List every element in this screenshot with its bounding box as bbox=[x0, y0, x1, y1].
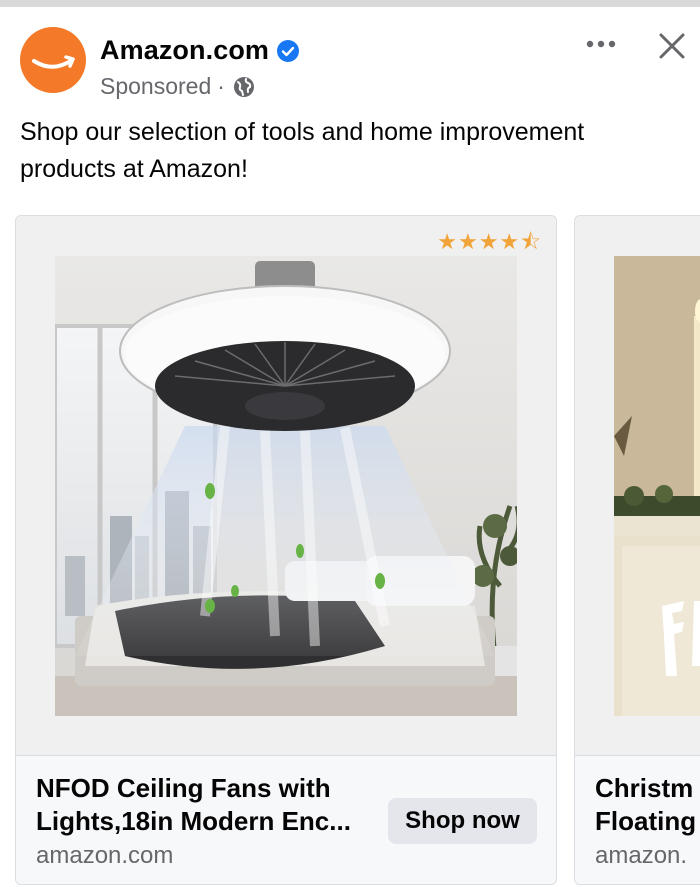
carousel-card[interactable]: ★★★★⯪ NFOD Ceiling Fans with Lights,18in… bbox=[15, 215, 557, 885]
christmas-product-image[interactable] bbox=[614, 256, 700, 716]
product-domain: amazon. bbox=[595, 842, 688, 869]
post-header: Amazon.com Sponsored · bbox=[0, 7, 700, 107]
product-title-line2: Lights,18in Modern Enc... bbox=[36, 806, 351, 836]
meta-separator: · bbox=[217, 73, 225, 99]
post-caption: Shop our selection of tools and home imp… bbox=[20, 118, 585, 183]
product-title[interactable]: Christm Floating bbox=[595, 772, 700, 838]
card-info[interactable]: NFOD Ceiling Fans with Lights,18in Moder… bbox=[16, 756, 556, 884]
close-icon[interactable] bbox=[657, 31, 687, 61]
product-title[interactable]: NFOD Ceiling Fans with Lights,18in Moder… bbox=[36, 772, 386, 838]
verified-badge-icon bbox=[277, 39, 300, 62]
product-domain: amazon.com bbox=[36, 842, 174, 869]
product-title-line1: Christm bbox=[595, 773, 694, 803]
card-info[interactable]: Christm Floating amazon. bbox=[575, 756, 700, 884]
shop-now-button[interactable]: Shop now bbox=[388, 798, 537, 844]
more-options-icon[interactable] bbox=[584, 31, 618, 57]
top-divider bbox=[0, 0, 700, 7]
product-title-line2: Floating bbox=[595, 806, 697, 836]
globe-icon bbox=[233, 76, 254, 97]
sponsored-label[interactable]: Sponsored bbox=[100, 73, 211, 100]
card-media[interactable] bbox=[575, 216, 700, 756]
amazon-smile-icon bbox=[32, 55, 75, 69]
page-name-text[interactable]: Amazon.com bbox=[100, 35, 269, 66]
carousel-card[interactable]: Christm Floating amazon. bbox=[574, 215, 700, 885]
ceiling-fan-product-image[interactable] bbox=[55, 256, 517, 716]
card-media[interactable]: ★★★★⯪ bbox=[16, 216, 556, 756]
page-name[interactable]: Amazon.com bbox=[100, 35, 300, 66]
product-title-line1: NFOD Ceiling Fans with bbox=[36, 773, 331, 803]
post-meta: Sponsored · bbox=[100, 73, 255, 100]
amazon-logo-avatar[interactable] bbox=[20, 27, 86, 93]
